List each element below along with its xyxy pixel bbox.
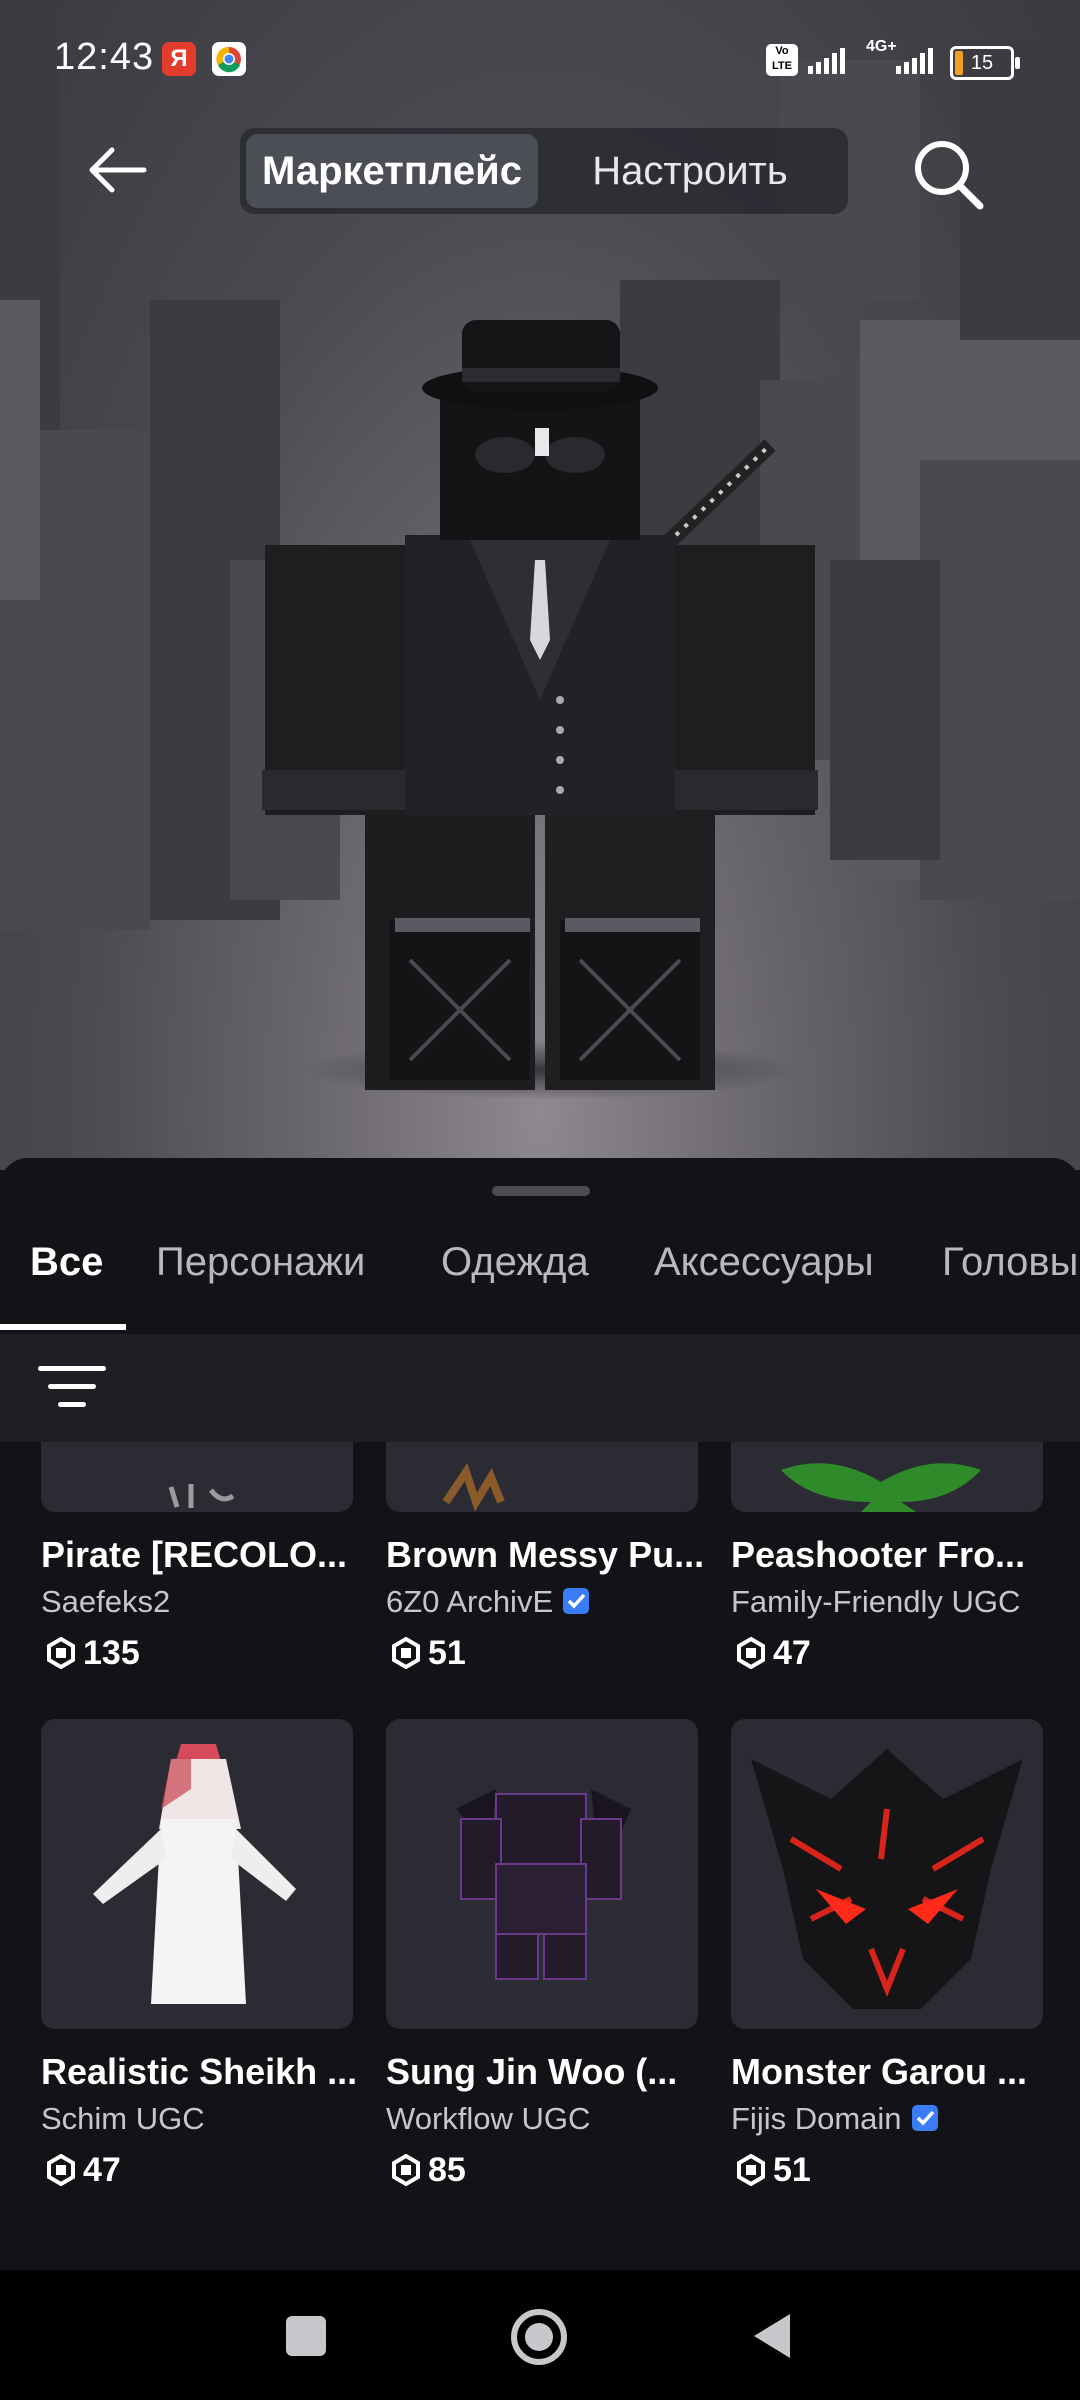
system-nav-bar — [0, 2270, 1080, 2400]
item-title[interactable]: Pirate [RECOLO... — [41, 1534, 371, 1576]
signal-strength-icon — [808, 48, 845, 74]
item-price: 51 — [390, 1634, 466, 1673]
item-title[interactable]: Brown Messy Pu... — [386, 1534, 716, 1576]
item-creator[interactable]: 6Z0 ArchivE — [386, 1584, 591, 1620]
tab-customize[interactable]: Настроить — [540, 134, 840, 208]
status-time: 12:43 — [54, 36, 155, 78]
back-button[interactable] — [82, 140, 152, 200]
status-bar: 12:43 Я Vo LTE 4G+ 15 — [0, 0, 1080, 120]
active-tab-indicator — [0, 1324, 126, 1330]
tab-characters[interactable]: Персонажи — [156, 1240, 365, 1285]
robux-icon — [47, 1637, 75, 1669]
item-title[interactable]: Realistic Sheikh ... — [41, 2051, 371, 2093]
yandex-app-icon: Я — [162, 42, 196, 76]
item-price: 47 — [45, 2151, 121, 2190]
tab-accessories[interactable]: Аксессуары — [654, 1240, 874, 1285]
search-icon — [915, 141, 984, 210]
battery-icon: 15 — [950, 46, 1020, 80]
tab-heads[interactable]: Головы — [942, 1240, 1078, 1285]
verified-badge-icon — [911, 2105, 938, 2131]
item-thumbnail[interactable] — [731, 1442, 1043, 1512]
sheet-drag-handle[interactable] — [492, 1186, 590, 1196]
verified-badge-icon — [563, 1588, 590, 1614]
arrow-left-icon — [89, 147, 147, 193]
item-creator[interactable]: Schim UGC — [41, 2101, 205, 2137]
tab-clothing[interactable]: Одежда — [441, 1240, 589, 1285]
robux-icon — [392, 1637, 420, 1669]
item-price: 51 — [735, 2151, 811, 2190]
item-price: 85 — [390, 2151, 466, 2190]
item-thumbnail[interactable] — [731, 1719, 1043, 2029]
filter-icon[interactable] — [38, 1366, 106, 1414]
item-thumbnail[interactable] — [41, 1442, 353, 1512]
mode-switcher: Маркетплейс Настроить — [240, 128, 848, 214]
item-thumbnail[interactable] — [41, 1719, 353, 2029]
volte-icon: Vo LTE — [766, 44, 798, 76]
robux-icon — [737, 1637, 765, 1669]
robux-icon — [392, 2154, 420, 2186]
item-title[interactable]: Monster Garou ... — [731, 2051, 1061, 2093]
item-grid: Pirate [RECOLO... Saefeks2 135 Brown Mes… — [0, 1442, 1080, 2270]
item-title[interactable]: Peashooter Fro... — [731, 1534, 1061, 1576]
item-price: 47 — [735, 1634, 811, 1673]
item-creator[interactable]: Family-Friendly UGC — [731, 1584, 1020, 1620]
network-type-label: 4G+ — [866, 38, 897, 55]
item-creator[interactable]: Workflow UGC — [386, 2101, 590, 2137]
item-creator[interactable]: Fijis Domain — [731, 2101, 940, 2137]
home-button[interactable] — [508, 2306, 570, 2368]
item-creator[interactable]: Saefeks2 — [41, 1584, 170, 1620]
signal-strength-2-icon — [896, 48, 933, 74]
chrome-app-icon — [212, 42, 246, 76]
category-tabs: Все Персонажи Одежда Аксессуары Головы — [0, 1220, 1080, 1334]
tab-all[interactable]: Все — [30, 1240, 103, 1285]
recents-button[interactable] — [286, 2316, 326, 2356]
tab-marketplace[interactable]: Маркетплейс — [246, 134, 538, 208]
robux-icon — [47, 2154, 75, 2186]
filter-bar — [0, 1334, 1080, 1442]
search-button[interactable] — [908, 134, 988, 214]
robux-icon — [737, 2154, 765, 2186]
item-thumbnail[interactable] — [386, 1719, 698, 2029]
battery-level: 15 — [970, 52, 994, 74]
back-nav-button[interactable] — [752, 2312, 792, 2360]
marketplace-sheet: Все Персонажи Одежда Аксессуары Головы P… — [0, 1158, 1080, 2270]
item-price: 135 — [45, 1634, 140, 1673]
item-thumbnail[interactable] — [386, 1442, 698, 1512]
item-title[interactable]: Sung Jin Woo (... — [386, 2051, 716, 2093]
